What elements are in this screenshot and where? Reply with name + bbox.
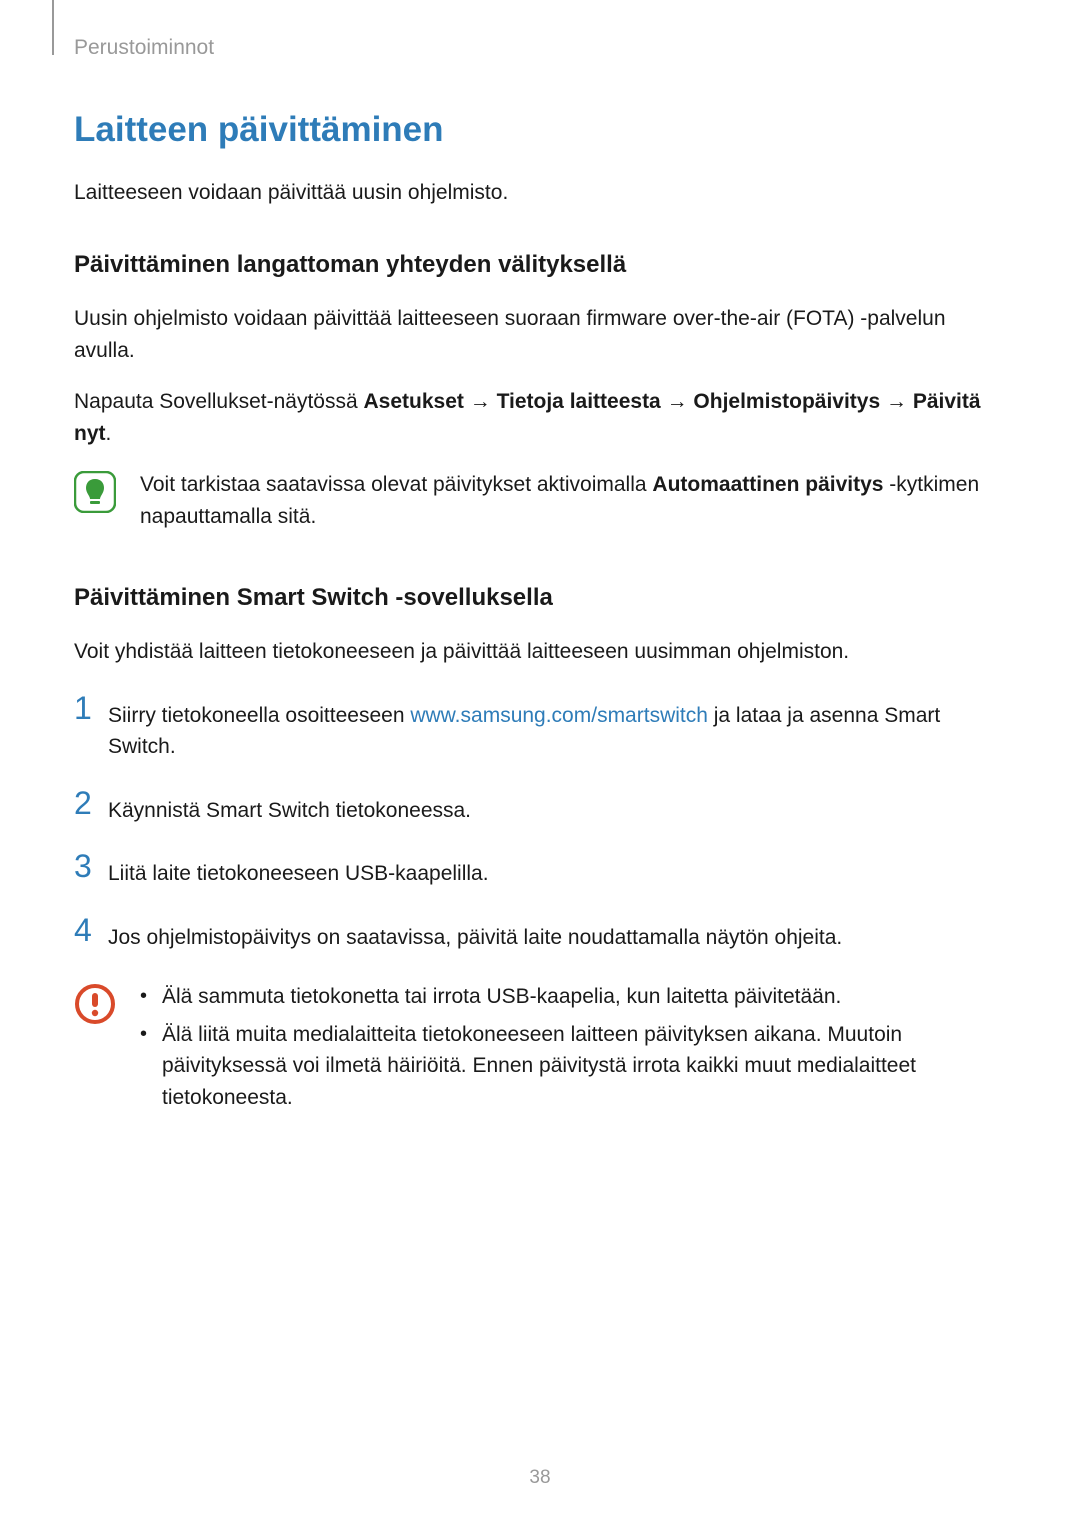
step-text: Liitä laite tietokoneeseen USB-kaapelill… [104,854,489,890]
section-smartswitch: Päivittäminen Smart Switch -sovelluksell… [74,584,1006,1119]
step-number: 4 [74,914,104,946]
smartswitch-link[interactable]: www.samsung.com/smartswitch [410,704,708,727]
warning-block: Älä sammuta tietokonetta tai irrota USB-… [74,981,1006,1119]
note-block: Voit tarkistaa saatavissa olevat päivity… [74,469,1006,532]
nav-arrow-2: → [661,390,694,413]
step-text: Jos ohjelmistopäivitys on saatavissa, pä… [104,918,842,954]
nav-sw-update: Ohjelmistopäivitys [693,390,880,413]
warning-item-2: Älä liitä muita medialaitteita tietokone… [134,1019,1006,1114]
header-divider [52,0,54,55]
nav-prefix: Napauta Sovellukset-näytössä [74,390,364,413]
warning-list: Älä sammuta tietokonetta tai irrota USB-… [134,981,1006,1119]
page-title: Laitteen päivittäminen [74,110,1006,150]
step-number: 1 [74,692,104,724]
step-number: 2 [74,787,104,819]
intro-text: Laitteeseen voidaan päivittää uusin ohje… [74,178,1006,207]
note-text: Voit tarkistaa saatavissa olevat päivity… [140,469,1006,532]
header-breadcrumb: Perustoiminnot [74,36,214,60]
warning-item-1: Älä sammuta tietokonetta tai irrota USB-… [134,981,1006,1013]
ota-description: Uusin ohjelmisto voidaan päivittää laitt… [74,303,1006,366]
period: . [106,422,112,445]
nav-arrow-3: → [880,390,913,413]
steps-list: 1 Siirry tietokoneella osoitteeseen www.… [74,696,1006,954]
nav-settings: Asetukset [364,390,464,413]
note-icon [74,471,116,518]
section-heading-ota: Päivittäminen langattoman yhteyden välit… [74,251,1006,279]
step-text: Siirry tietokoneella osoitteeseen www.sa… [104,696,1006,763]
section-heading-smartswitch: Päivittäminen Smart Switch -sovelluksell… [74,584,1006,612]
nav-about: Tietoja laitteesta [497,390,661,413]
step-3: 3 Liitä laite tietokoneeseen USB-kaapeli… [74,854,1006,890]
ota-navigation-path: Napauta Sovellukset-näytössä Asetukset →… [74,386,1006,449]
nav-arrow-1: → [464,390,497,413]
warning-icon [74,983,116,1030]
note-bold: Automaattinen päivitys [652,473,883,496]
step-2: 2 Käynnistä Smart Switch tietokoneessa. [74,791,1006,827]
step-4: 4 Jos ohjelmistopäivitys on saatavissa, … [74,918,1006,954]
step-text: Käynnistä Smart Switch tietokoneessa. [104,791,471,827]
note-prefix: Voit tarkistaa saatavissa olevat päivity… [140,473,652,496]
step1-prefix: Siirry tietokoneella osoitteeseen [108,704,410,727]
page-content: Laitteen päivittäminen Laitteeseen voida… [0,0,1080,1119]
page-number: 38 [0,1467,1080,1489]
step-number: 3 [74,850,104,882]
smartswitch-description: Voit yhdistää laitteen tietokoneeseen ja… [74,636,1006,668]
step-1: 1 Siirry tietokoneella osoitteeseen www.… [74,696,1006,763]
